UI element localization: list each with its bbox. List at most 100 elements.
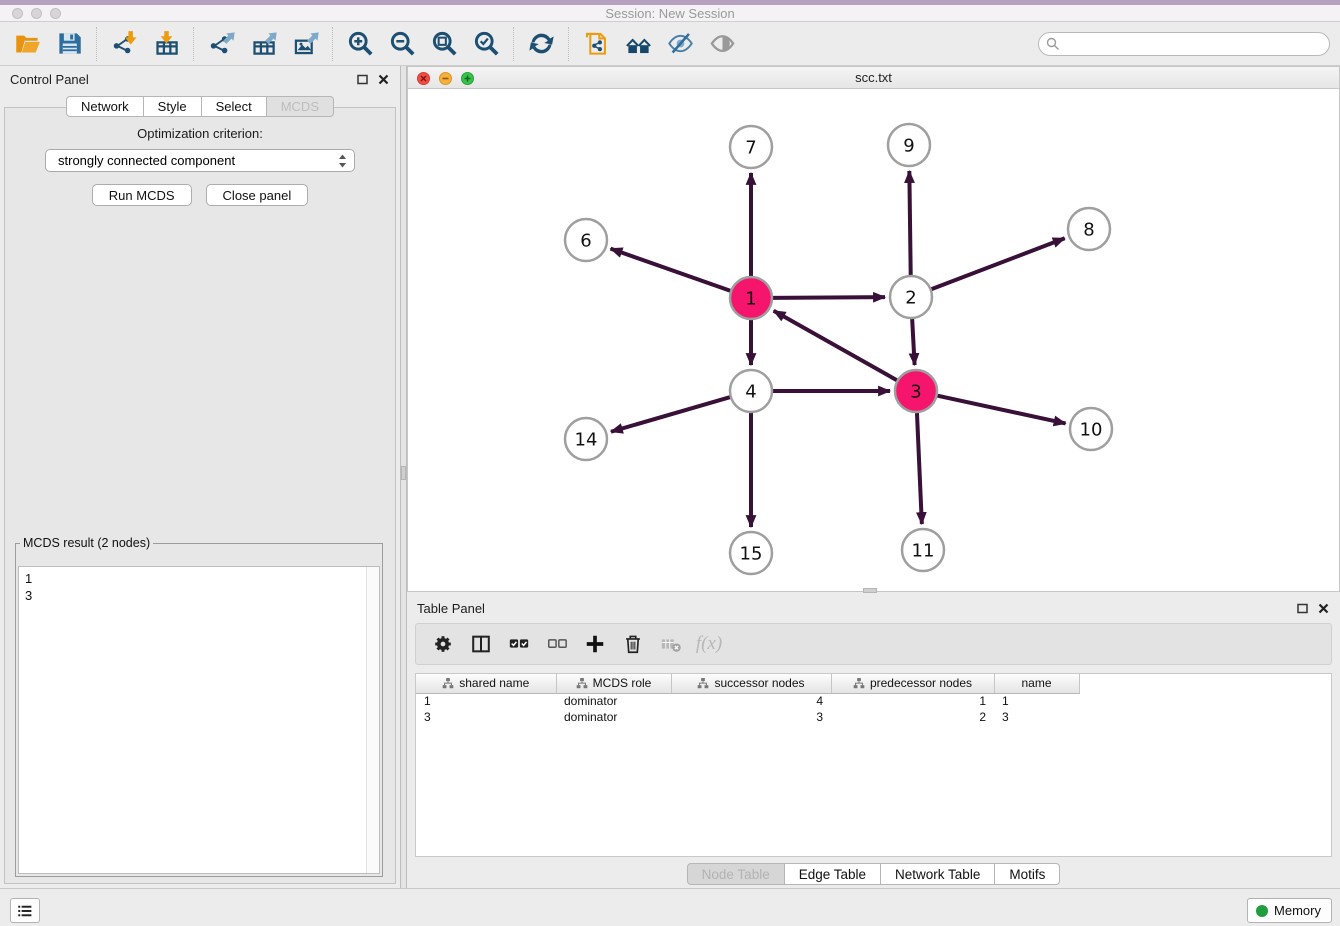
chevron-up-down-icon — [338, 154, 347, 168]
zoom-fit-button[interactable] — [423, 26, 465, 62]
column-header-successor-nodes[interactable]: successor nodes — [671, 674, 831, 693]
divider-grip[interactable] — [401, 466, 406, 480]
node-label-4: 4 — [745, 381, 756, 402]
panel-divider-vertical[interactable] — [400, 66, 407, 888]
export-table-button[interactable] — [242, 26, 284, 62]
tab-edge-table[interactable]: Edge Table — [785, 863, 881, 885]
node-label-14: 14 — [575, 429, 598, 450]
network-window-titlebar[interactable]: scc.txt — [408, 67, 1339, 89]
edge-2-3[interactable] — [912, 319, 914, 365]
toolbar-icon-group — [6, 26, 743, 62]
table-cell[interactable]: 3 — [671, 709, 831, 725]
tab-network-table[interactable]: Network Table — [881, 863, 995, 885]
node-label-15: 15 — [740, 543, 763, 564]
refresh-layout-button[interactable] — [520, 26, 562, 62]
table-row[interactable]: 3dominator323 — [416, 709, 1079, 725]
first-neighbors-button[interactable] — [617, 26, 659, 62]
node-table: shared nameMCDS rolesuccessor nodes prede… — [416, 674, 1080, 725]
edge-3-1[interactable] — [774, 311, 897, 380]
tab-style[interactable]: Style — [144, 96, 202, 117]
optimization-criterion-select[interactable]: strongly connected component — [45, 149, 355, 172]
tab-select[interactable]: Select — [202, 96, 267, 117]
table-cell[interactable]: 1 — [416, 693, 556, 709]
edge-3-11[interactable] — [917, 413, 922, 524]
close-table-panel-icon[interactable] — [1317, 602, 1330, 615]
close-panel-icon[interactable] — [377, 73, 390, 86]
mcds-result-title: MCDS result (2 nodes) — [20, 536, 153, 550]
deselect-all-columns-button[interactable] — [538, 627, 576, 661]
node-label-2: 2 — [905, 287, 916, 308]
zoom-out-button[interactable] — [381, 26, 423, 62]
export-image-button[interactable] — [284, 26, 326, 62]
table-panel-tabs: Node TableEdge TableNetwork TableMotifs — [407, 863, 1340, 885]
main-toolbar — [0, 22, 1340, 66]
column-header-MCDS-role[interactable]: MCDS role — [556, 674, 671, 693]
edge-3-10[interactable] — [937, 396, 1065, 424]
float-panel-icon[interactable] — [356, 73, 369, 86]
table-panel: Table Panel f(x) shared nameMCDS rolesuc… — [407, 595, 1340, 888]
mcds-result-scrollbar[interactable] — [366, 567, 379, 873]
toolbar-separator — [96, 27, 97, 61]
table-settings-button[interactable] — [424, 627, 462, 661]
refresh-layout-icon — [528, 30, 555, 57]
tab-network[interactable]: Network — [66, 96, 144, 117]
column-header-shared-name[interactable]: shared name — [416, 674, 556, 693]
show-columns-button[interactable] — [462, 627, 500, 661]
hide-selected-button[interactable] — [659, 26, 701, 62]
table-cell[interactable]: 4 — [671, 693, 831, 709]
mcds-result-line: 1 — [25, 570, 373, 587]
node-label-6: 6 — [580, 230, 591, 251]
table-cell[interactable]: 1 — [994, 693, 1079, 709]
edge-2-9[interactable] — [909, 171, 910, 275]
column-header-name[interactable]: name — [994, 674, 1079, 693]
show-all-button[interactable] — [701, 26, 743, 62]
run-mcds-button[interactable]: Run MCDS — [92, 184, 192, 206]
close-panel-button[interactable]: Close panel — [206, 184, 309, 206]
add-column-icon — [584, 633, 606, 655]
table-cell[interactable]: 1 — [831, 693, 994, 709]
status-bar: Memory — [0, 888, 1340, 926]
table-toolbar: f(x) — [415, 623, 1332, 665]
search-input[interactable] — [1038, 32, 1330, 56]
zoom-in-button[interactable] — [339, 26, 381, 62]
tab-node-table[interactable]: Node Table — [687, 863, 785, 885]
open-file-button[interactable] — [6, 26, 48, 62]
delete-column-button[interactable] — [614, 627, 652, 661]
tab-motifs[interactable]: Motifs — [995, 863, 1060, 885]
table-cell[interactable]: 3 — [994, 709, 1079, 725]
table-cell[interactable]: dominator — [556, 709, 671, 725]
zoom-selected-button[interactable] — [465, 26, 507, 62]
memory-button[interactable]: Memory — [1247, 898, 1332, 923]
export-network-icon — [208, 30, 235, 57]
network-graph-canvas[interactable]: 7968124314101511 — [408, 89, 1339, 591]
import-network-button[interactable] — [103, 26, 145, 62]
edge-4-14[interactable] — [611, 397, 730, 432]
node-label-1: 1 — [745, 288, 756, 309]
table-cell[interactable]: 2 — [831, 709, 994, 725]
tab-mcds[interactable]: MCDS — [267, 96, 334, 117]
table-cell[interactable]: 3 — [416, 709, 556, 725]
mcds-result-area[interactable]: 13 — [18, 566, 380, 874]
table-panel-header: Table Panel — [407, 595, 1340, 621]
deselect-all-columns-icon — [546, 633, 568, 655]
export-network-button[interactable] — [200, 26, 242, 62]
save-session-icon — [56, 30, 83, 57]
network-from-selection-button[interactable] — [575, 26, 617, 62]
mcds-result-lines: 13 — [19, 567, 379, 607]
column-header-predecessor-nodes[interactable]: predecessor nodes — [831, 674, 994, 693]
edge-1-2[interactable] — [773, 297, 885, 298]
save-session-button[interactable] — [48, 26, 90, 62]
table-cell[interactable]: dominator — [556, 693, 671, 709]
column-label: predecessor nodes — [870, 676, 972, 690]
edge-1-6[interactable] — [611, 249, 731, 291]
mcds-result-line: 3 — [25, 587, 373, 604]
divider-grip-horizontal[interactable] — [863, 588, 877, 593]
task-history-button[interactable] — [10, 898, 40, 923]
zoom-out-icon — [389, 30, 416, 57]
select-all-columns-button[interactable] — [500, 627, 538, 661]
import-table-button[interactable] — [145, 26, 187, 62]
edge-2-8[interactable] — [932, 238, 1065, 289]
float-table-panel-icon[interactable] — [1296, 602, 1309, 615]
add-column-button[interactable] — [576, 627, 614, 661]
table-row[interactable]: 1dominator411 — [416, 693, 1079, 709]
